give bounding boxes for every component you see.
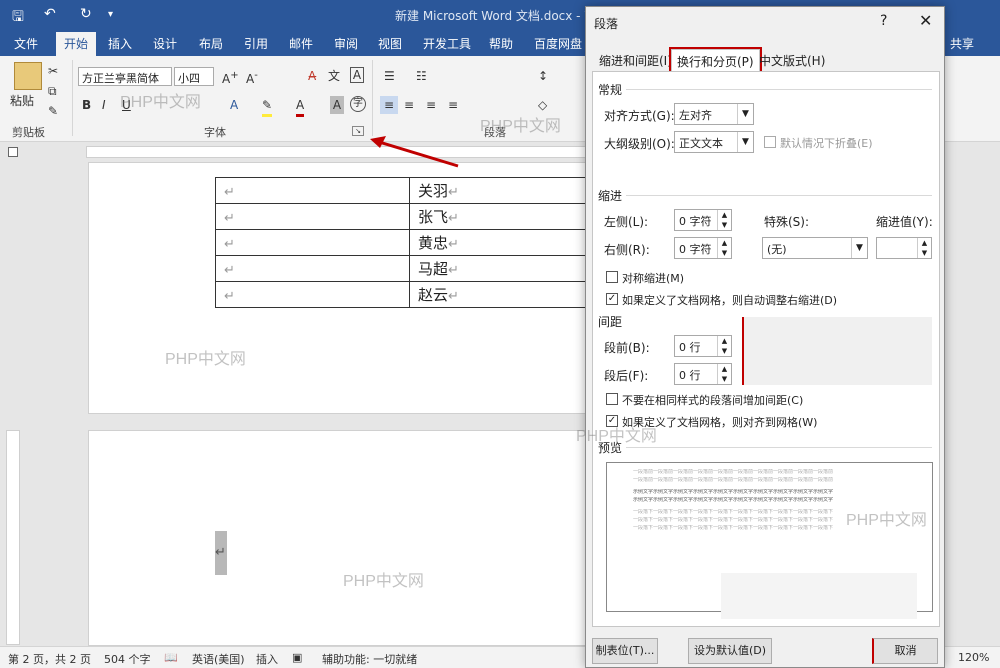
watermark: PHP中文网 [480,118,561,135]
outline-level-select[interactable]: 正文文本 ▼ [674,131,754,153]
section-general: 常规 [598,83,623,97]
space-after-label: 段后(F): [604,369,649,383]
spin-arrows-icon[interactable]: ▲ ▼ [717,238,731,258]
auto-adjust-label: 如果定义了文档网格，则自动调整右缩进(D) [622,294,838,307]
chevron-down-icon: ▼ [737,104,753,124]
zoom-level[interactable]: 120% [958,651,989,664]
page-count[interactable]: 第 2 页，共 2 页 [8,651,91,667]
preview-sample-text: 示例文字示例文字示例文字示例文字示例文字示例文字示例文字示例文字示例文字示例文字 [633,497,834,503]
right-indent-spinner[interactable]: 0 字符 ▲ ▼ [674,237,732,259]
mirror-indents-checkbox[interactable] [606,271,618,283]
section-spacing: 间距 [598,315,623,329]
alignment-value: 左对齐 [679,109,712,122]
spin-arrows-icon[interactable]: ▲ ▼ [717,364,731,384]
preview-next-text: 一段落下一段落下一段落下一段落下一段落下一段落下一段落下一段落下一段落下一段落下 [633,525,834,531]
close-button[interactable]: ✕ [919,11,932,30]
word-count[interactable]: 504 个字 [104,651,151,667]
collapse-label: 默认情况下折叠(E) [780,137,873,150]
spacing-overlay [742,317,932,385]
watermark-overlay [721,573,917,619]
watermark: PHP中文网 [576,428,657,445]
no-space-same-style-label: 不要在相同样式的段落间增加间距(C) [622,394,804,407]
insert-mode[interactable]: 插入 [256,651,278,667]
special-indent-select[interactable]: (无) ▼ [762,237,868,259]
set-default-button[interactable]: 设为默认值(D) [688,638,772,664]
accessibility-status[interactable]: 辅助功能: 一切就绪 [322,651,417,667]
macro-icon[interactable]: ▣ [292,651,302,664]
mirror-indents-label: 对称缩进(M) [622,272,685,285]
right-indent-label: 右侧(R): [604,243,650,257]
tabs-button[interactable]: 制表位(T)... [592,638,658,664]
preview-next-text: 一段落下一段落下一段落下一段落下一段落下一段落下一段落下一段落下一段落下一段落下 [633,517,834,523]
watermark: PHP中文网 [846,512,927,529]
space-before-spinner[interactable]: 0 行 ▲ ▼ [674,335,732,357]
divider [626,447,932,448]
space-before-value: 0 行 [679,341,701,354]
dialog-title: 段落 [594,17,619,31]
outline-level-value: 正文文本 [679,137,723,150]
spin-arrows-icon[interactable]: ▲ ▼ [717,336,731,356]
indent-by-label: 缩进值(Y): [876,215,933,229]
divider [626,89,932,90]
chevron-down-icon: ▼ [851,238,867,258]
language[interactable]: 英语(美国) [192,651,245,667]
left-indent-spinner[interactable]: 0 字符 ▲ ▼ [674,209,732,231]
preview-prev-text: 一段落前一段落前一段落前一段落前一段落前一段落前一段落前一段落前一段落前一段落前 [633,477,834,483]
watermark: PHP中文网 [120,94,201,111]
collapse-checkbox[interactable] [764,136,776,148]
tab-line-page-breaks[interactable]: 换行和分页(P) [669,47,762,73]
divider [626,195,932,196]
special-indent-value: (无) [767,243,787,256]
left-indent-value: 0 字符 [679,215,712,228]
special-label: 特殊(S): [764,215,810,229]
left-indent-label: 左侧(L): [604,215,649,229]
indent-by-spinner[interactable]: ▲ ▼ [876,237,932,259]
space-after-spinner[interactable]: 0 行 ▲ ▼ [674,363,732,385]
arrow-to-launcher [375,139,459,168]
proofing-icon[interactable]: 📖 [164,651,178,664]
tab-indents-spacing[interactable]: 缩进和间距(I) [594,49,677,71]
help-button[interactable]: ? [880,13,887,29]
no-space-same-style-checkbox[interactable] [606,393,618,405]
alignment-select[interactable]: 左对齐 ▼ [674,103,754,125]
cancel-button[interactable]: 取消 [872,638,938,664]
preview-sample-text: 示例文字示例文字示例文字示例文字示例文字示例文字示例文字示例文字示例文字示例文字 [633,489,834,495]
space-after-value: 0 行 [679,369,701,382]
outline-level-label: 大纲级别(O): [604,137,675,151]
section-indent: 缩进 [598,189,623,203]
spin-arrows-icon[interactable]: ▲ ▼ [717,210,731,230]
chevron-down-icon: ▼ [737,132,753,152]
right-indent-value: 0 字符 [679,243,712,256]
paragraph-dialog[interactable]: 段落 ? ✕ 缩进和间距(I) 换行和分页(P) 中文版式(H) 常规 对齐方式… [585,6,945,668]
auto-adjust-checkbox[interactable]: ✓ [606,293,618,305]
preview-next-text: 一段落下一段落下一段落下一段落下一段落下一段落下一段落下一段落下一段落下一段落下 [633,509,834,515]
alignment-label: 对齐方式(G): [604,109,675,123]
spin-arrows-icon[interactable]: ▲ ▼ [917,238,931,258]
tab-asian-typography[interactable]: 中文版式(H) [754,49,830,71]
preview-prev-text: 一段落前一段落前一段落前一段落前一段落前一段落前一段落前一段落前一段落前一段落前 [633,469,834,475]
space-before-label: 段前(B): [604,341,650,355]
